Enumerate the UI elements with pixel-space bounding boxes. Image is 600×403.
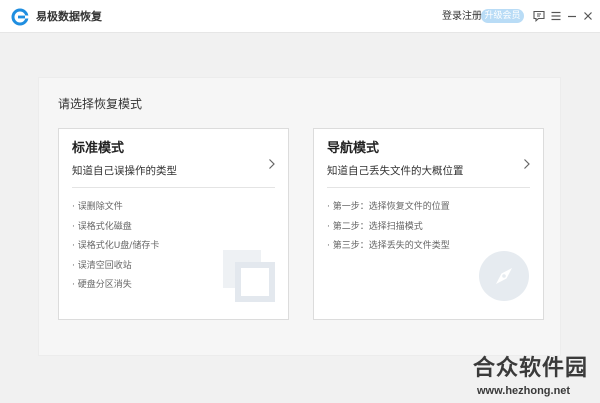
watermark-url: www.hezhong.net: [477, 385, 571, 397]
list-item: · 误删除文件: [72, 202, 123, 212]
watermark: 合众软件园 www.hezhong.net: [473, 355, 597, 401]
card-divider: [327, 187, 530, 188]
list-item: · 误清空回收站: [72, 260, 132, 271]
title-bar: 易极数据恢复 登录注册 升级会员: [0, 0, 600, 33]
standard-mode-card[interactable]: 标准模式 知道自己误操作的类型 · 误删除文件 · 误格式化磁盘 · 误格式化U…: [58, 128, 289, 320]
steps-list: · 第一步：选择恢复文件的位置 · 第二步：选择扫描模式 · 第三步：选择丢失的…: [327, 201, 450, 260]
list-item: · 误格式化U盘/储存卡: [72, 241, 160, 251]
copy-icon: [223, 250, 275, 306]
list-item: · 硬盘分区消失: [72, 280, 132, 290]
card-subtitle: 知道自己丢失文件的大概位置: [327, 165, 464, 177]
card-title: 标准模式: [72, 141, 125, 156]
list-item: · 第一步：选择恢复文件的位置: [327, 202, 450, 212]
chevron-right-icon: [523, 155, 531, 169]
panel-title: 请选择恢复模式: [58, 97, 143, 111]
mode-select-panel: 请选择恢复模式 标准模式 知道自己误操作的类型 · 误删除文件 · 误格式化磁盘…: [38, 77, 561, 356]
menu-icon[interactable]: [548, 8, 564, 24]
login-register-link[interactable]: 登录注册: [442, 9, 482, 24]
list-item: · 第二步：选择扫描模式: [327, 221, 423, 232]
compass-icon: [478, 250, 530, 306]
upgrade-vip-button[interactable]: 升级会员: [481, 9, 524, 23]
list-item: · 第三步：选择丢失的文件类型: [327, 241, 450, 251]
card-subtitle: 知道自己误操作的类型: [72, 165, 177, 177]
watermark-text: 合众软件园: [473, 356, 589, 381]
card-title: 导航模式: [327, 141, 380, 156]
scenario-list: · 误删除文件 · 误格式化磁盘 · 误格式化U盘/储存卡 · 误清空回收站 ·…: [72, 201, 159, 299]
feedback-icon[interactable]: [531, 8, 547, 24]
list-item: · 误格式化磁盘: [72, 221, 132, 232]
app-logo-icon: [11, 8, 29, 26]
chevron-right-icon: [268, 155, 276, 169]
card-divider: [72, 187, 275, 188]
minimize-icon[interactable]: [564, 8, 580, 24]
navigation-mode-card[interactable]: 导航模式 知道自己丢失文件的大概位置 · 第一步：选择恢复文件的位置 · 第二步…: [313, 128, 544, 320]
app-title: 易极数据恢复: [36, 10, 102, 23]
close-icon[interactable]: [580, 8, 596, 24]
